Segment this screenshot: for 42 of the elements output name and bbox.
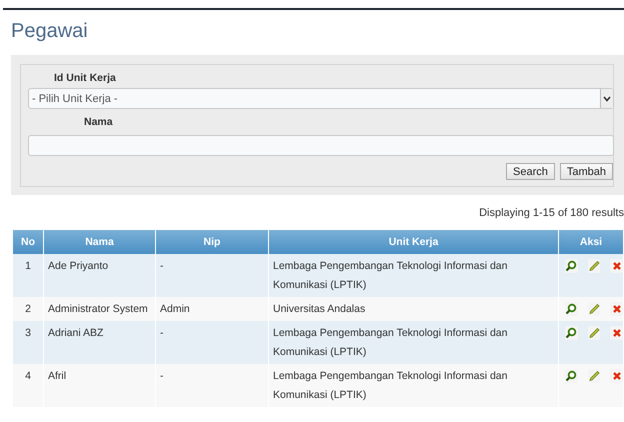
field-label: Id Unit Kerja (53, 71, 117, 86)
results-summary: Displaying 1-15 of 180 results (478, 207, 624, 221)
edit-pencil-icon[interactable] (588, 259, 600, 273)
delete-x-icon[interactable] (610, 369, 624, 383)
table-cell: 3 (13, 321, 44, 364)
field-label: Nama (83, 115, 114, 130)
table-cell: Afril (44, 364, 156, 407)
table-cell: Lembaga Pengembangan Teknologi Informasi dan Komunikasi (LPTIK) (268, 254, 558, 297)
table-cell: Admin (156, 297, 268, 321)
name-input-field[interactable] (28, 135, 614, 156)
view-magnifier-icon[interactable] (565, 326, 578, 340)
column-header: Aksi (558, 230, 624, 254)
delete-x-icon[interactable] (610, 326, 624, 340)
dropdown-caret-icon (600, 89, 613, 108)
column-header: Nip (156, 230, 268, 254)
table-cell: Adriani ABZ (44, 321, 156, 364)
page-title: Pegawai (11, 20, 89, 44)
add-button[interactable]: Tambah (560, 163, 613, 180)
delete-x-icon[interactable] (610, 302, 624, 316)
edit-pencil-icon[interactable] (588, 326, 600, 340)
view-magnifier-icon[interactable] (565, 369, 578, 383)
table-cell: 4 (13, 364, 44, 407)
view-magnifier-icon[interactable] (565, 259, 578, 273)
unit-select[interactable]: - Pilih Unit Kerja - (28, 88, 614, 109)
table-cell: - (156, 254, 268, 297)
table-cell: Lembaga Pengembangan Teknologi Informasi dan Komunikasi (LPTIK) (268, 364, 558, 407)
table-cell: - (156, 364, 268, 407)
delete-x-icon[interactable] (610, 259, 624, 273)
search-button[interactable]: Search (506, 163, 555, 180)
table-cell: 2 (13, 297, 44, 321)
table-cell: - (156, 321, 268, 364)
column-header: No (13, 230, 44, 254)
table-cell: Ade Priyanto (44, 254, 156, 297)
table-cell: 1 (13, 254, 44, 297)
table-cell: Administrator System (44, 297, 156, 321)
table-cell: Lembaga Pengembangan Teknologi Informasi dan Komunikasi (LPTIK) (268, 321, 558, 364)
column-header: Nama (44, 230, 156, 254)
edit-pencil-icon[interactable] (588, 369, 600, 383)
view-magnifier-icon[interactable] (565, 302, 578, 316)
table-cell: Universitas Andalas (268, 297, 558, 321)
column-header: Unit Kerja (268, 230, 558, 254)
edit-pencil-icon[interactable] (588, 302, 600, 316)
